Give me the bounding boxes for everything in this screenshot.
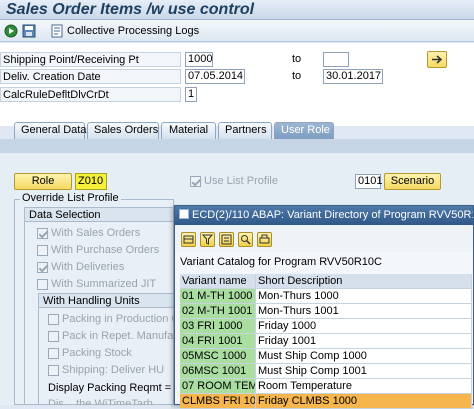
pack-repet-manufactur-checkbox[interactable]: Pack in Repet. Manufactur (48, 329, 192, 343)
partial-row-label: Dis... the WiTimeTarb (48, 398, 153, 405)
tab-material[interactable]: Material (161, 122, 216, 139)
tab-strip (0, 139, 474, 153)
table-row[interactable]: 03 FRI 1000 Friday 1000 (180, 319, 472, 334)
table-row[interactable]: 01 M-TH 1000 Mon-Thurs 1000 (180, 289, 472, 304)
title-bar: Sales Order Items /w use control (0, 0, 474, 20)
checkbox-icon (37, 244, 48, 256)
to-label: to (292, 53, 302, 65)
tab-partners[interactable]: Partners (218, 122, 272, 139)
packing-production-checkbox[interactable]: Packing in Production Ord (48, 312, 190, 326)
use-list-profile-label: Use List Profile (204, 175, 278, 187)
use-list-profile-checkbox[interactable]: Use List Profile (190, 175, 278, 187)
page-title: Sales Order Items /w use control (6, 1, 255, 18)
to-label: to (292, 70, 302, 82)
column-header-short-description[interactable]: Short Description (256, 274, 472, 289)
checkbox-icon (37, 261, 48, 273)
dialog-title-bar: ECD(2)/110 ABAP: Variant Directory of Pr… (175, 206, 473, 225)
role-button[interactable]: Role (14, 173, 72, 190)
scenario-button[interactable]: Scenario (384, 173, 441, 190)
data-selection-label: Data Selection (24, 207, 174, 222)
shipping-deliver-hu-checkbox[interactable]: Shipping: Deliver HU (48, 363, 164, 377)
with-summarized-jit-checkbox[interactable]: With Summarized JIT (37, 277, 156, 291)
table-row[interactable]: 05MSC 1000 Must Ship Comp 1000 (180, 349, 472, 364)
scenario-input[interactable]: 0101 (355, 174, 382, 189)
log-icon (51, 24, 63, 38)
select-all-icon[interactable] (181, 232, 196, 247)
filter-icon[interactable] (200, 232, 215, 247)
variant-directory-dialog: ECD(2)/110 ABAP: Variant Directory of Pr… (174, 205, 474, 409)
collective-logs-label: Collective Processing Logs (67, 25, 200, 37)
packing-stock-checkbox[interactable]: Packing Stock (48, 346, 132, 360)
shipping-point-label: Shipping Point/Receiving Pt (0, 52, 181, 67)
calc-rule-input[interactable]: 1 (185, 87, 197, 102)
checkbox-icon (48, 364, 59, 376)
deliv-date-from-input[interactable]: 07.05.2014 (185, 69, 245, 84)
checkbox-icon (190, 175, 201, 187)
tab-sales-orders[interactable]: Sales Orders (87, 122, 159, 139)
variant-catalog-subtitle: Variant Catalog for Program RVV50R10C (180, 256, 382, 268)
checkbox-icon (48, 330, 59, 342)
find-icon[interactable] (238, 232, 253, 247)
table-header: Variant name Short Description (180, 274, 472, 289)
execute-icon[interactable] (4, 24, 18, 38)
shipping-point-to-input[interactable] (323, 52, 349, 67)
calc-rule-label: CalcRuleDefltDlvCrDt (0, 87, 181, 102)
display-packing-reqmt-label: Display Packing Reqmt = 0 (48, 382, 181, 394)
checkbox-icon (37, 278, 48, 290)
with-handling-units-label: With Handling Units (38, 293, 174, 308)
table-row[interactable]: 07 ROOM TEMP Room Temperature (180, 379, 472, 394)
tab-user-role[interactable]: User Role (274, 122, 334, 139)
table-row[interactable]: 06MSC 1001 Must Ship Comp 1001 (180, 364, 472, 379)
print-icon[interactable] (257, 232, 272, 247)
role-input[interactable]: Z010 (75, 173, 107, 190)
save-variant-icon[interactable] (22, 24, 36, 38)
tab-general-data[interactable]: General Data (14, 122, 86, 139)
application-toolbar: Collective Processing Logs (0, 20, 474, 42)
override-list-profile-label: Override List Profile (20, 192, 121, 205)
with-deliveries-checkbox[interactable]: With Deliveries (37, 260, 124, 274)
sort-icon[interactable] (219, 232, 234, 247)
checkbox-icon (48, 347, 59, 359)
table-row-selected[interactable]: CLMBS FRI 1000 Friday CLMBS 1000 (180, 394, 472, 409)
column-header-variant-name[interactable]: Variant name (180, 274, 256, 289)
with-sales-orders-checkbox[interactable]: With Sales Orders (37, 226, 140, 240)
deliv-creation-date-label: Deliv. Creation Date (0, 69, 181, 84)
arrow-right-icon (432, 55, 443, 64)
shipping-point-from-input[interactable]: 1000 (185, 52, 213, 67)
deliv-date-to-input[interactable]: 30.01.2017 (323, 69, 383, 84)
window-icon (179, 209, 189, 219)
multiple-selection-button[interactable] (427, 51, 447, 68)
collective-logs-button[interactable]: Collective Processing Logs (50, 23, 199, 39)
table-row[interactable]: 04 FRI 1001 Friday 1001 (180, 334, 472, 349)
dialog-title: ECD(2)/110 ABAP: Variant Directory of Pr… (192, 209, 473, 221)
with-purchase-orders-checkbox[interactable]: With Purchase Orders (37, 243, 159, 257)
checkbox-icon (37, 227, 48, 239)
table-row[interactable]: 02 M-TH 1001 Mon-Thurs 1001 (180, 304, 472, 319)
checkbox-icon (48, 313, 59, 325)
dialog-toolbar (175, 225, 473, 252)
